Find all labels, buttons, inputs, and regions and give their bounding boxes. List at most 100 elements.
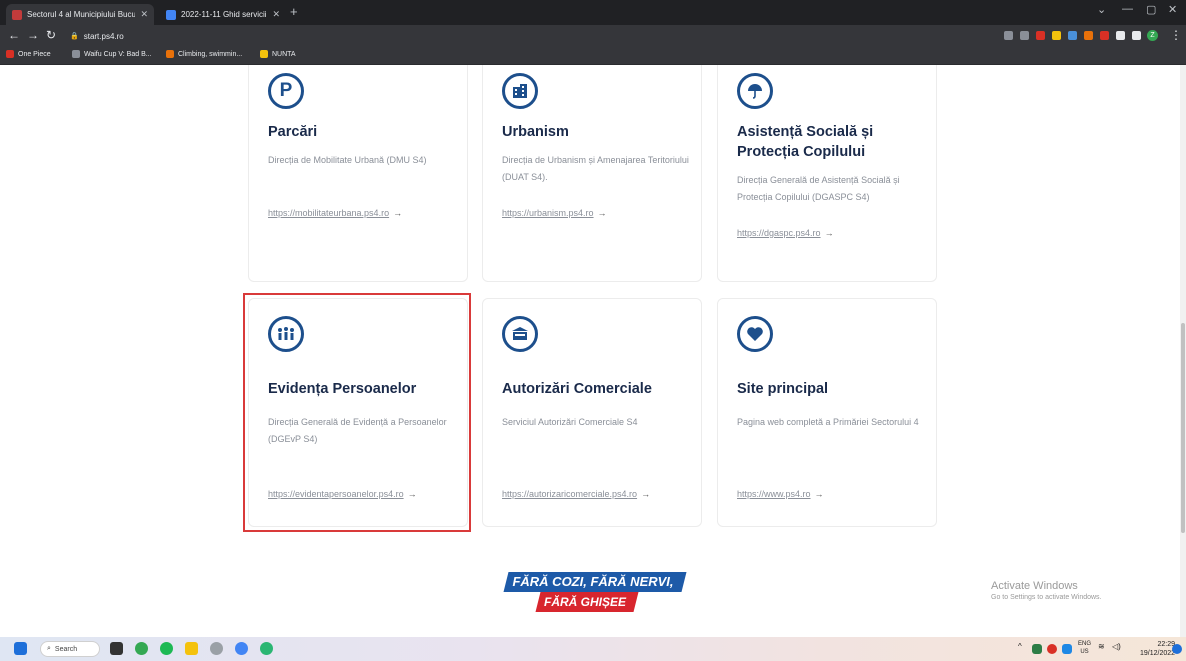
tab-search-icon[interactable]: ⌄ [1097,3,1106,16]
forward-icon[interactable]: → [27,28,39,42]
buildings-icon [502,73,538,109]
card-link-url[interactable]: https://www.ps4.ro [737,489,811,499]
card-link-url[interactable]: https://dgaspc.ps4.ro [737,228,821,238]
bookmark-label: Waifu Cup V: Bad B... [84,50,152,58]
language-code: ENG [1078,641,1092,647]
back-icon[interactable]: ← [8,28,20,42]
extension-icon[interactable] [1100,31,1109,40]
arrow-right-icon: → [407,489,417,499]
card-link-url[interactable]: https://evidentapersoanelor.ps4.ro [268,489,404,499]
card-link-url[interactable]: https://autorizaricomerciale.ps4.ro [502,489,637,499]
restore-icon[interactable]: ▢ [1146,3,1156,16]
chrome-profile-icon[interactable] [235,642,248,655]
card-description: Direcția de Mobilitate Urbană (DMU S4) [268,155,427,165]
clock-date: 19/12/2022 [1140,650,1176,657]
settings-icon[interactable] [210,642,223,655]
heart-icon [737,316,773,352]
task-view-icon[interactable] [110,642,123,655]
service-card-evidenta-persoanelor[interactable]: Evidența Persoanelor Direcția Generală d… [248,298,468,527]
notification-icon[interactable] [1172,644,1182,654]
window-close-icon[interactable]: ✕ [1168,3,1177,16]
scrollbar-thumb[interactable] [1181,323,1185,533]
puzzle-icon[interactable] [1116,31,1125,40]
card-title: Urbanism [502,124,569,140]
card-link-url[interactable]: https://urbanism.ps4.ro [502,208,594,218]
scrollbar[interactable] [1180,65,1186,637]
bookmark-star-icon[interactable] [1020,31,1029,40]
activate-windows-watermark: Activate Windows Go to Settings to activ… [991,580,1102,601]
file-explorer-icon[interactable] [185,642,198,655]
slogan-banner: FĂRĂ COZI, FĂRĂ NERVI, FĂRĂ GHIȘEE [498,572,688,614]
close-icon[interactable]: ✕ [140,9,148,20]
tray-app-icon[interactable] [1032,644,1042,654]
volume-icon[interactable]: ◁) [1112,642,1121,651]
extension-icon[interactable] [1052,31,1061,40]
service-card-asistenta-sociala[interactable]: Asistență Socială și Protecția Copilului… [717,65,937,282]
card-title: Asistență Socială și Protecția Copilului [737,124,874,160]
language-indicator[interactable]: ENG US [1078,640,1091,656]
arrow-right-icon: → [641,489,651,499]
bookmark-nunta[interactable]: NUNTA [260,50,296,58]
bookmark-icon [166,50,174,58]
app-icon[interactable] [260,642,273,655]
card-link[interactable]: https://urbanism.ps4.ro → [502,208,607,218]
wifi-icon[interactable]: ≋ [1098,642,1105,651]
card-title: Evidența Persoanelor [268,381,417,397]
bookmark-label: NUNTA [272,50,296,58]
bookmark-waifu-cup[interactable]: Waifu Cup V: Bad B... [72,50,152,58]
minimize-icon[interactable]: — [1122,3,1133,15]
profile-avatar[interactable]: Z [1147,30,1158,41]
favicon-icon [12,9,22,20]
service-card-autorizari-comerciale[interactable]: Autorizări Comerciale Serviciul Autoriză… [482,298,702,527]
extension-icon[interactable] [1068,31,1077,40]
umbrella-icon [737,73,773,109]
slogan-line-1: FĂRĂ COZI, FĂRĂ NERVI, [512,574,674,589]
chrome-icon[interactable] [135,642,148,655]
address-bar[interactable]: 🔒 start.ps4.ro [70,28,970,44]
reading-list-icon[interactable] [1132,31,1141,40]
tab-sector4[interactable]: Sectorul 4 al Municipiului Bucure ✕ [6,4,154,25]
watermark-subtitle: Go to Settings to activate Windows. [991,594,1102,601]
card-description: Direcția Generală de Asistență Socială ș… [737,175,900,202]
new-tab-icon[interactable]: + [290,4,298,19]
clock-time: 22:29 [1157,641,1176,648]
card-link[interactable]: https://dgaspc.ps4.ro → [737,228,834,238]
bookmark-one-piece[interactable]: One Piece [6,50,51,58]
service-card-parcari[interactable]: P Parcări Direcția de Mobilitate Urbană … [248,65,468,282]
adblock-icon[interactable] [1036,31,1045,40]
card-description: Pagina web completă a Primăriei Sectorul… [737,417,919,427]
search-icon: ⌕ [47,645,51,652]
arrow-right-icon: → [393,208,403,218]
card-link[interactable]: https://www.ps4.ro → [737,489,824,499]
card-link[interactable]: https://mobilitateurbana.ps4.ro → [268,208,402,218]
bookmark-climbing[interactable]: Climbing, swimmin... [166,50,242,58]
card-link[interactable]: https://autorizaricomerciale.ps4.ro → [502,489,650,499]
close-icon[interactable]: ✕ [272,9,280,20]
card-description: Direcția Generală de Evidență a Persoane… [268,417,447,444]
slogan-line-2: FĂRĂ GHIȘEE [543,595,626,609]
page-content: P Parcări Direcția de Mobilitate Urbană … [0,65,1186,637]
card-description: Serviciul Autorizări Comerciale S4 [502,417,638,427]
spotify-icon[interactable] [160,642,173,655]
bookmarks-bar: One Piece Waifu Cup V: Bad B... Climbing… [0,47,1186,65]
clock[interactable]: 22:29 19/12/2022 [1140,640,1175,658]
menu-icon[interactable]: ⋮ [1170,28,1182,42]
docs-icon [166,9,176,20]
share-icon[interactable] [1004,31,1013,40]
extension-icon[interactable] [1084,31,1093,40]
tab-ghid[interactable]: 2022-11-11 Ghid serviciilor digit ✕ [160,4,286,25]
watermark-title: Activate Windows [991,580,1078,592]
tray-app-icon[interactable] [1047,644,1057,654]
card-link-url[interactable]: https://mobilitateurbana.ps4.ro [268,208,389,218]
windows-start-icon[interactable] [14,642,27,655]
service-card-site-principal[interactable]: Site principal Pagina web completă a Pri… [717,298,937,527]
service-card-urbanism[interactable]: Urbanism Direcția de Urbanism și Amenaja… [482,65,702,282]
bookmark-icon [72,50,80,58]
chevron-up-icon[interactable]: ^ [1018,642,1022,651]
reload-icon[interactable]: ↻ [46,28,56,42]
lock-icon: 🔒 [70,33,79,40]
card-link[interactable]: https://evidentapersoanelor.ps4.ro → [268,489,417,499]
tray-app-icon[interactable] [1062,644,1072,654]
taskbar-search[interactable]: ⌕ Search [40,641,100,657]
folder-icon [260,50,268,58]
